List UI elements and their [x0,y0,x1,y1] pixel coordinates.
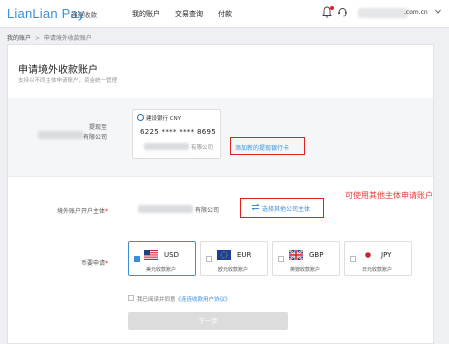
agreement-prefix: 我已阅读并同意 [137,297,176,303]
caret-down-icon[interactable] [435,9,441,14]
entity-name-redacted [138,205,193,213]
user-agreement-link[interactable]: 《连连收款用户协议》 [176,297,231,303]
card-number: 6225 **** **** 8695 [140,128,217,136]
currency-label: 币要申请* [60,258,108,267]
checkbox-usd[interactable] [134,256,140,262]
currency-code-usd: USD [164,251,179,259]
annotation-text: 可使用其他主体申请账户 [345,191,433,200]
company-name-redacted [38,131,83,139]
required-mark: * [105,208,108,215]
checkbox-gbp[interactable] [278,256,284,262]
flag-uk-icon [289,250,303,260]
flag-usa-icon [144,250,158,260]
account-email[interactable]: .com.cn [404,9,428,16]
currency-account-usd: 美元收款账户 [146,267,177,273]
flag-japan-icon [361,250,375,260]
flag-eu-icon [217,250,231,260]
breadcrumb: 我的账户 > 申请境外收款账户 [7,33,92,42]
currency-code-eur: EUR [237,251,252,259]
next-button[interactable]: 下一步 [128,312,288,330]
page-title: 申请境外收款账户 [18,65,98,76]
page-subtitle: 支持以不同主体申请账户，资金统一管理 [18,78,118,84]
checkbox-jpy[interactable] [350,256,356,262]
bank-name: 建设银行 CNY [146,116,182,122]
entity-value: 有限公司 [195,207,220,214]
notification-dot [330,6,334,10]
agreement-text: 我已阅读并同意《连连收款用户协议》 [137,295,231,303]
agreement-checkbox[interactable] [128,295,134,301]
currency-account-gbp: 英镑收款账户 [290,267,321,273]
customer-service-icon[interactable] [337,6,348,17]
select-other-entity-link[interactable]: 选择其他公司主体 [262,204,310,213]
swap-icon [251,203,260,211]
breadcrumb-separator: > [34,35,40,42]
bank-logo-icon [137,114,144,121]
card-holder-redacted [144,143,189,150]
add-bank-card-link[interactable]: 添加新的提现银行卡 [235,143,289,152]
currency-code-gbp: GBP [309,251,324,259]
account-email-redacted [358,8,408,18]
section-divider [8,176,433,177]
breadcrumb-home[interactable]: 我的账户 [7,35,31,42]
nav-transactions[interactable]: 交易查询 [175,9,203,19]
brand-subtitle: 连连收款 [71,11,97,19]
currency-account-jpy: 日元收款账户 [362,267,393,273]
checkbox-eur[interactable] [206,256,212,262]
withdraw-company-label: 有限公司 [82,134,107,141]
entity-label: 境外账户开户主体* [40,206,108,215]
withdraw-label: 提现至 [88,124,107,131]
nav-payment[interactable]: 付款 [218,9,232,19]
entity-label-text: 境外账户开户主体 [56,208,105,215]
breadcrumb-current: 申请境外收款账户 [43,35,92,42]
currency-account-eur: 欧元收款账户 [218,267,249,273]
currency-required-mark: * [105,260,108,267]
nav-my-account[interactable]: 我的账户 [132,9,160,19]
currency-label-text: 币要申请 [80,260,105,267]
currency-code-jpy: JPY [381,251,392,259]
card-holder: 有限公司 [191,145,214,151]
